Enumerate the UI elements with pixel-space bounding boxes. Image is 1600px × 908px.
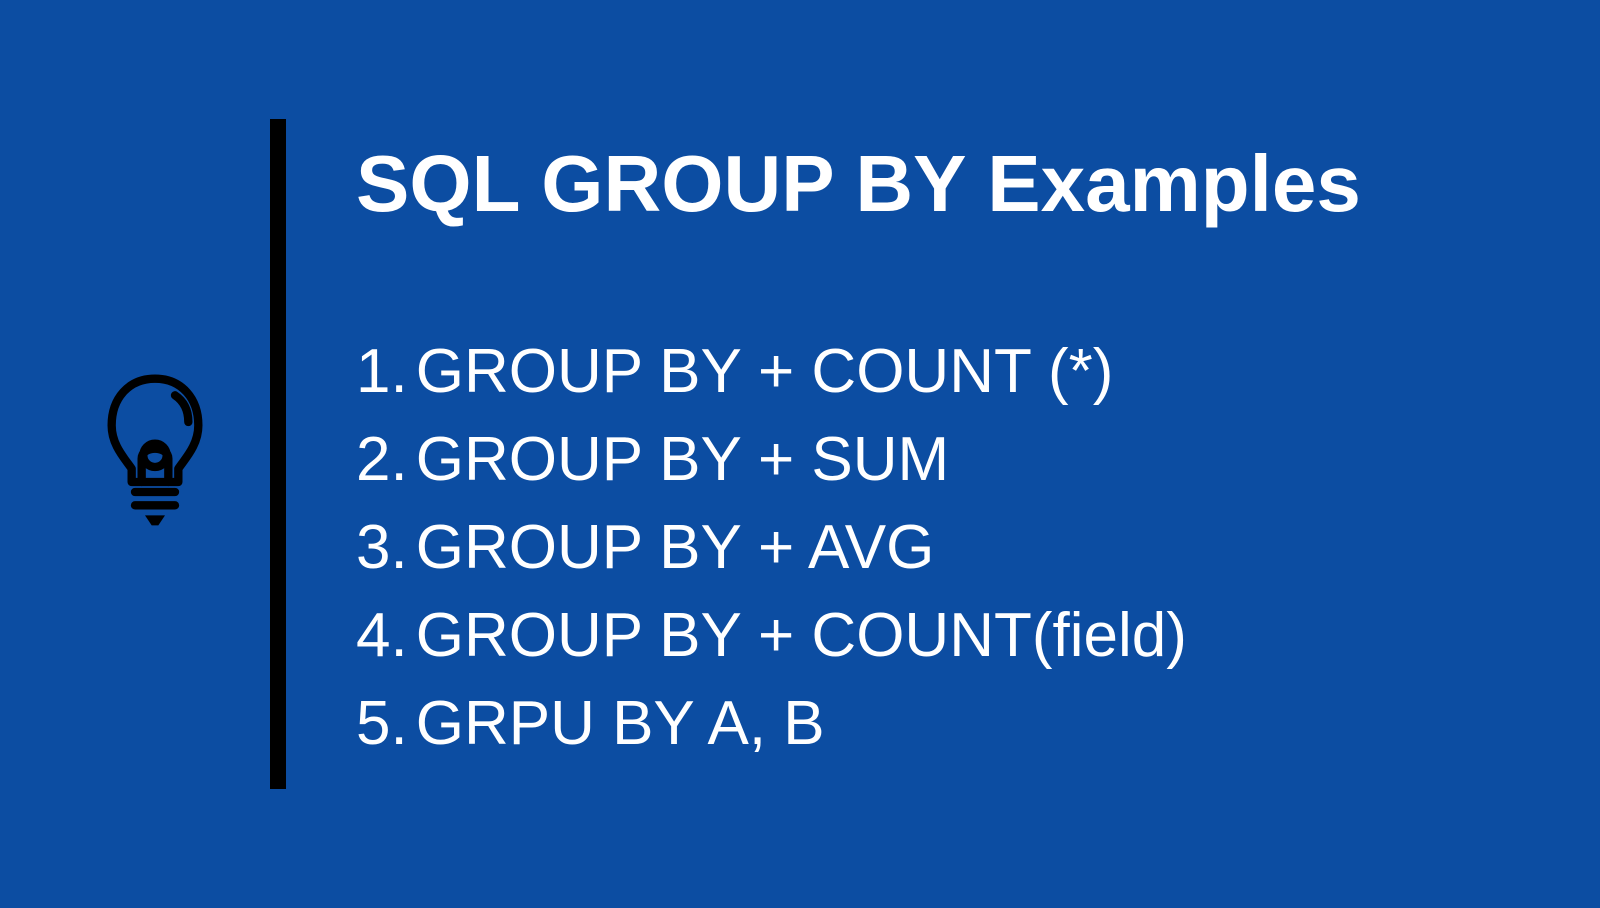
- list-text: GROUP BY + SUM: [416, 416, 949, 504]
- list-number: 1.: [356, 328, 408, 416]
- slide-container: SQL GROUP BY Examples 1. GROUP BY + COUN…: [0, 0, 1600, 908]
- list-number: 4.: [356, 592, 408, 680]
- list-item: 3. GROUP BY + AVG: [356, 504, 1361, 592]
- vertical-divider: [270, 119, 286, 789]
- list-number: 5.: [356, 680, 408, 768]
- content-block: SQL GROUP BY Examples 1. GROUP BY + COUN…: [356, 140, 1361, 768]
- lightbulb-icon: [100, 372, 210, 537]
- icon-wrap: [100, 372, 270, 537]
- list-item: 1. GROUP BY + COUNT (*): [356, 328, 1361, 416]
- list-item: 5. GRPU BY A, B: [356, 680, 1361, 768]
- list-text: GROUP BY + COUNT (*): [416, 328, 1114, 416]
- list-number: 2.: [356, 416, 408, 504]
- slide-title: SQL GROUP BY Examples: [356, 140, 1361, 228]
- list-text: GROUP BY + AVG: [416, 504, 935, 592]
- list-item: 4. GROUP BY + COUNT(field): [356, 592, 1361, 680]
- list-item: 2. GROUP BY + SUM: [356, 416, 1361, 504]
- examples-list: 1. GROUP BY + COUNT (*) 2. GROUP BY + SU…: [356, 328, 1361, 768]
- list-text: GROUP BY + COUNT(field): [416, 592, 1187, 680]
- list-number: 3.: [356, 504, 408, 592]
- list-text: GRPU BY A, B: [416, 680, 825, 768]
